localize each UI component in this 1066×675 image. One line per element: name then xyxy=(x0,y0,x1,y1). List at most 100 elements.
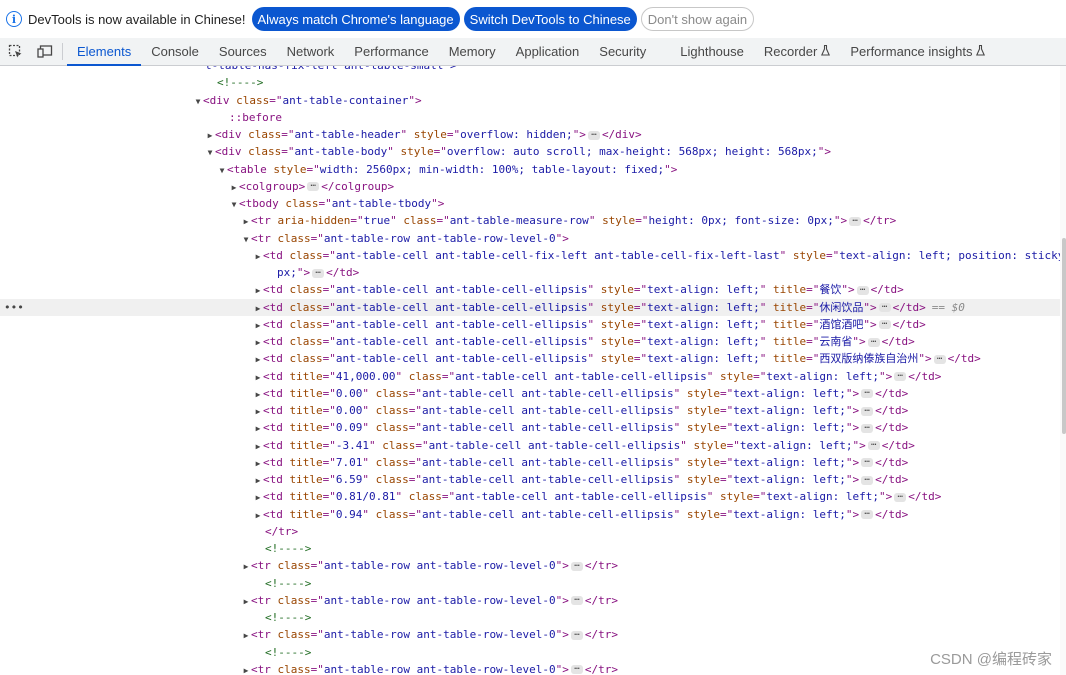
tree-node-row[interactable]: ▼ <div class="ant-table-body" style="over… xyxy=(0,143,1060,160)
tree-node-row[interactable]: <!----> xyxy=(0,575,1060,592)
tree-node-row[interactable]: </tr> xyxy=(0,523,1060,540)
ellipsis-icon[interactable]: … xyxy=(570,663,583,675)
scrollbar-thumb[interactable] xyxy=(1062,238,1066,434)
expand-triangle-icon[interactable]: ▶ xyxy=(253,403,263,420)
tab-recorder[interactable]: Recorder xyxy=(754,38,840,65)
expand-triangle-icon[interactable]: ▶ xyxy=(241,627,251,644)
tree-node-row[interactable]: ▶ <td title="0.09" class="ant-table-cell … xyxy=(0,419,1060,436)
tree-node-row[interactable]: ::before xyxy=(0,109,1060,126)
ellipsis-icon[interactable]: … xyxy=(878,318,891,330)
expand-triangle-icon[interactable]: ▶ xyxy=(229,179,239,196)
tree-node-row[interactable]: ▶ <td class="ant-table-cell ant-table-cel… xyxy=(0,333,1060,350)
tree-node-row[interactable]: ▶ <colgroup>… </colgroup> xyxy=(0,178,1060,195)
tab-network[interactable]: Network xyxy=(277,38,345,65)
tree-node-row[interactable]: ▶ <td class="ant-table-cell ant-table-cel… xyxy=(0,281,1060,298)
expand-triangle-icon[interactable]: ▶ xyxy=(205,127,215,144)
match-language-button[interactable]: Always match Chrome's language xyxy=(251,7,460,31)
expand-triangle-icon[interactable]: ▶ xyxy=(253,369,263,386)
node-actions-icon[interactable]: ••• xyxy=(4,299,24,316)
tree-node-row[interactable]: ▶ <tr class="ant-table-row ant-table-row-… xyxy=(0,661,1060,675)
ellipsis-icon[interactable]: … xyxy=(570,628,583,640)
expand-triangle-icon[interactable]: ▶ xyxy=(241,662,251,675)
tree-node-row[interactable]: ▶ <div class="ant-table-header" style="ov… xyxy=(0,126,1060,143)
expand-triangle-icon[interactable]: ▶ xyxy=(241,558,251,575)
ellipsis-icon[interactable]: … xyxy=(307,180,320,192)
expand-triangle-icon[interactable]: ▶ xyxy=(241,213,251,230)
tree-node-row[interactable]: ▶ <td class="ant-table-cell ant-table-cel… xyxy=(0,247,1066,264)
ellipsis-icon[interactable]: … xyxy=(861,421,874,433)
selected-node-row[interactable]: ••• ▶ <td class="ant-table-cell ant-table-… xyxy=(0,298,1060,317)
ellipsis-icon[interactable]: … xyxy=(861,473,874,485)
expand-triangle-icon[interactable]: ▶ xyxy=(253,489,263,506)
expand-triangle-icon[interactable]: ▶ xyxy=(253,317,263,334)
expand-triangle-icon[interactable]: ▶ xyxy=(253,507,263,524)
tree-node-row[interactable]: ▶ <td title="0.94" class="ant-table-cell … xyxy=(0,506,1060,523)
collapse-triangle-icon[interactable]: ▼ xyxy=(217,162,227,179)
tree-node-row[interactable]: ▶ <tr class="ant-table-row ant-table-row-… xyxy=(0,626,1060,643)
ellipsis-icon[interactable]: … xyxy=(894,370,907,381)
ellipsis-icon[interactable]: … xyxy=(861,456,874,468)
tab-lighthouse[interactable]: Lighthouse xyxy=(670,38,754,65)
dont-show-again-button[interactable]: Don't show again xyxy=(640,7,755,31)
expand-triangle-icon[interactable]: ▶ xyxy=(253,420,263,437)
tree-node-row[interactable]: ▼ <tr class="ant-table-row ant-table-row-… xyxy=(0,230,1060,247)
expand-triangle-icon[interactable]: ▶ xyxy=(253,334,263,351)
tree-node-row[interactable]: ▶ <td class="ant-table-cell ant-table-cel… xyxy=(0,316,1060,333)
ellipsis-icon[interactable]: … xyxy=(856,283,869,295)
ellipsis-icon[interactable]: … xyxy=(867,439,880,450)
expand-triangle-icon[interactable]: ▶ xyxy=(253,351,263,368)
tree-node-row[interactable]: <!----> xyxy=(0,540,1060,557)
tree-node-row[interactable]: t-table-has-fix-left ant-table-small"> xyxy=(0,66,1060,74)
expand-triangle-icon[interactable]: ▶ xyxy=(253,455,263,472)
tab-security[interactable]: Security xyxy=(589,38,656,65)
ellipsis-icon[interactable]: … xyxy=(849,214,862,226)
collapse-triangle-icon[interactable]: ▼ xyxy=(205,144,215,161)
tree-node-row[interactable]: ▶ <td class="ant-table-cell ant-table-cel… xyxy=(0,350,1060,367)
tab-application[interactable]: Application xyxy=(506,38,590,65)
tree-node-row[interactable]: <!----> xyxy=(0,609,1060,626)
tree-node-row[interactable]: ▶ <td title="0.00" class="ant-table-cell … xyxy=(0,402,1060,419)
tab-performance[interactable]: Performance xyxy=(344,38,438,65)
ellipsis-icon[interactable]: … xyxy=(878,301,891,312)
ellipsis-icon[interactable]: … xyxy=(312,266,325,278)
tree-node-row[interactable]: ▶ <td title="-3.41" class="ant-table-cell… xyxy=(0,437,1060,454)
tree-node-row[interactable]: ▶ <td title="6.59" class="ant-table-cell … xyxy=(0,471,1060,488)
expand-triangle-icon[interactable]: ▶ xyxy=(253,438,263,455)
expand-triangle-icon[interactable]: ▶ xyxy=(253,472,263,489)
tree-scrollbar[interactable] xyxy=(1060,66,1066,675)
tab-console[interactable]: Console xyxy=(141,38,209,65)
device-toolbar-icon[interactable] xyxy=(30,38,60,65)
tree-node-row[interactable]: ▶ <tr class="ant-table-row ant-table-row-… xyxy=(0,557,1060,574)
tab-performance-insights[interactable]: Performance insights xyxy=(840,38,995,65)
tree-node-row[interactable]: px;">… </td> xyxy=(0,264,1060,281)
tree-node-row[interactable]: ▶ <td title="7.01" class="ant-table-cell … xyxy=(0,454,1060,471)
tree-node-row[interactable]: ▶ <td title="0.81/0.81" class="ant-table-… xyxy=(0,488,1060,505)
ellipsis-icon[interactable]: … xyxy=(570,559,583,571)
ellipsis-icon[interactable]: … xyxy=(867,335,880,347)
tree-node-row[interactable]: ▼ <tbody class="ant-table-tbody"> xyxy=(0,195,1060,212)
tree-node-row[interactable]: <!----> xyxy=(0,74,1060,91)
elements-tree[interactable]: t-table-has-fix-left ant-table-small"> <!… xyxy=(0,66,1066,675)
ellipsis-icon[interactable]: … xyxy=(933,352,946,364)
ellipsis-icon[interactable]: … xyxy=(894,490,907,502)
switch-to-chinese-button[interactable]: Switch DevTools to Chinese xyxy=(463,7,637,31)
tree-node-row[interactable]: ▶ <td title="0.00" class="ant-table-cell … xyxy=(0,385,1060,402)
ellipsis-icon[interactable]: … xyxy=(861,387,874,399)
tab-elements[interactable]: Elements xyxy=(67,38,142,66)
ellipsis-icon[interactable]: … xyxy=(587,128,600,140)
tree-node-row[interactable]: <!----> xyxy=(0,644,1060,661)
expand-triangle-icon[interactable]: ▶ xyxy=(253,386,263,403)
tree-node-row[interactable]: ▶ <td title="41,000.00" class="ant-table-… xyxy=(0,368,1060,385)
tree-node-row[interactable]: ▶ <tr class="ant-table-row ant-table-row-… xyxy=(0,592,1060,609)
ellipsis-icon[interactable]: … xyxy=(861,508,874,519)
collapse-triangle-icon[interactable]: ▼ xyxy=(193,93,203,110)
tree-node-row[interactable]: ▶ <tr aria-hidden="true" class="ant-table… xyxy=(0,212,1060,229)
tab-sources[interactable]: Sources xyxy=(209,38,277,65)
inspect-element-icon[interactable] xyxy=(0,38,30,65)
collapse-triangle-icon[interactable]: ▼ xyxy=(241,231,251,248)
ellipsis-icon[interactable]: … xyxy=(861,404,874,416)
expand-triangle-icon[interactable]: ▶ xyxy=(253,300,263,317)
ellipsis-icon[interactable]: … xyxy=(570,594,583,606)
tree-node-row[interactable]: ▼ <div class="ant-table-container"> xyxy=(0,92,1060,109)
collapse-triangle-icon[interactable]: ▼ xyxy=(229,196,239,213)
